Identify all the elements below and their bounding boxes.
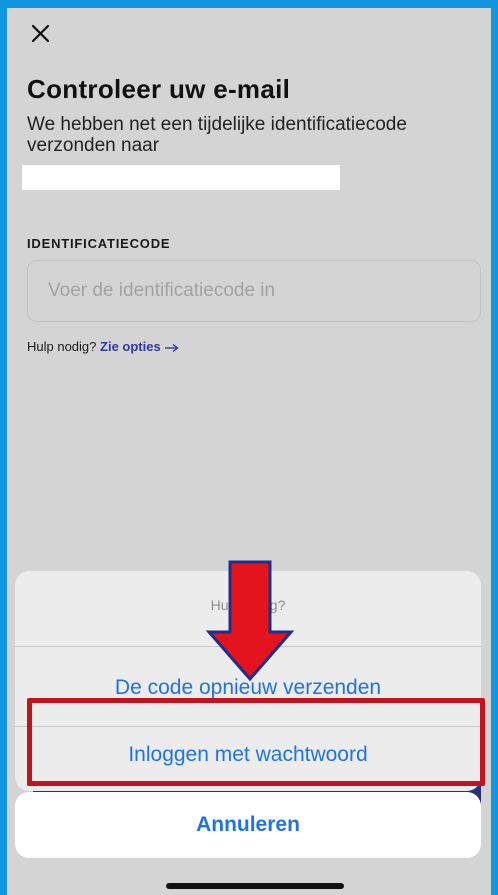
- cancel-button[interactable]: Annuleren: [15, 792, 481, 858]
- code-field-label: IDENTIFICATIECODE: [27, 236, 171, 251]
- redacted-email: [22, 165, 340, 190]
- see-options-label: Zie opties: [100, 339, 161, 354]
- identification-code-input[interactable]: [27, 260, 481, 322]
- close-button[interactable]: [27, 20, 55, 48]
- page-title: Controleer uw e-mail: [27, 74, 291, 104]
- close-icon: [31, 24, 50, 43]
- see-options-link[interactable]: Zie opties: [100, 339, 180, 354]
- down-arrow-icon: [205, 560, 295, 682]
- page-description: We hebben net een tijdelijke identificat…: [27, 114, 407, 156]
- arrow-right-icon: [165, 343, 179, 352]
- help-row: Hulp nodig? Zie opties: [27, 339, 180, 354]
- home-indicator: [166, 883, 344, 889]
- highlight-box: [27, 698, 485, 786]
- app-screen: Controleer uw e-mail We hebben net een t…: [7, 8, 491, 895]
- help-prompt: Hulp nodig?: [27, 339, 97, 354]
